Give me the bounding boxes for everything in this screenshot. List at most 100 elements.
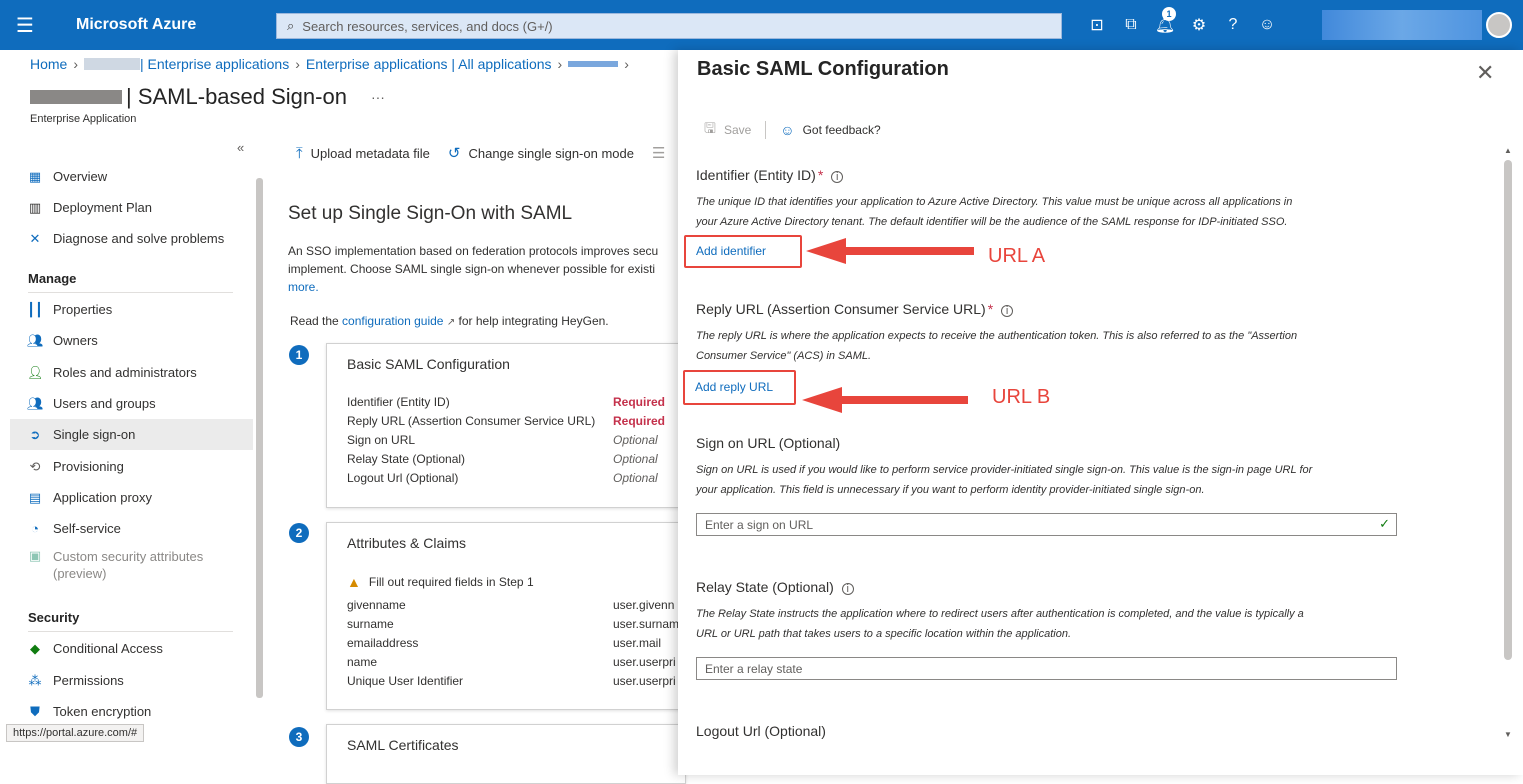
cloud-shell-icon[interactable]: ⊡ — [1082, 15, 1112, 35]
status-url: https://portal.azure.com/# — [6, 724, 145, 742]
close-icon[interactable]: ✕ — [1476, 60, 1494, 86]
save-label: Save — [723, 123, 752, 137]
book-icon: ▥ — [28, 199, 42, 215]
panel-toolbar: 🖫 Save ☺ Got feedback? — [704, 118, 881, 142]
help-icon[interactable]: ? — [1218, 16, 1248, 34]
nav-label: Deployment Plan — [53, 200, 152, 215]
directory-filter-icon[interactable]: ⧉ — [1116, 16, 1146, 34]
info-icon[interactable]: i — [831, 171, 844, 183]
nav-label: Properties — [53, 302, 113, 317]
step-3-title: SAML Certificates — [347, 737, 459, 753]
roles-icon: 👤︎ — [27, 364, 44, 380]
desc-line1: The Relay State instructs the applicatio… — [696, 608, 1304, 620]
identifier-title: Identifier (Entity ID) — [696, 167, 816, 183]
change-sso-mode-button[interactable]: ↺ Change single sign-on mode — [448, 144, 634, 162]
nav-item-owners[interactable]: 👥︎ Owners — [10, 325, 253, 356]
table-row: Identifier (Entity ID) Required — [347, 395, 685, 409]
nav-item-single-sign-on[interactable]: ➲ Single sign-on — [10, 419, 253, 450]
collapse-nav-icon[interactable]: « — [237, 140, 244, 155]
reply-url-heading: Reply URL (Assertion Consumer Service UR… — [696, 301, 1014, 317]
panel-title: Basic SAML Configuration — [697, 58, 949, 80]
settings-gear-icon[interactable]: ⚙ — [1184, 15, 1214, 35]
info-icon[interactable]: i — [1001, 305, 1014, 317]
add-identifier-link[interactable]: Add identifier — [684, 235, 802, 268]
page-subtitle: Enterprise Application — [30, 113, 137, 125]
row-value: user.surnam — [613, 617, 680, 631]
change-label: Change single sign-on mode — [468, 145, 634, 161]
avatar[interactable] — [1486, 12, 1512, 38]
upload-metadata-button[interactable]: ⤒ Upload metadata file — [296, 145, 430, 162]
row-label: Reply URL (Assertion Consumer Service UR… — [347, 414, 596, 428]
page-title: | SAML-based Sign-on ··· — [30, 84, 385, 110]
notification-bell-icon[interactable]: 🔔︎ 1 — [1150, 7, 1180, 35]
row-value: user.userpri — [613, 655, 676, 669]
step-1-number: 1 — [289, 345, 309, 365]
scroll-up-icon[interactable]: ▲ — [1504, 146, 1512, 155]
relay-state-input[interactable]: Enter a relay state — [696, 657, 1397, 680]
table-row: surname user.surnam — [347, 617, 685, 631]
users-icon: 👥︎ — [27, 395, 44, 411]
nav-label: Single sign-on — [53, 427, 136, 442]
nav-item-properties[interactable]: ┃┃ Properties — [10, 294, 253, 325]
sign-on-url-input[interactable]: Enter a sign on URL ✓ — [696, 513, 1397, 536]
table-row: Unique User Identifier user.userpri — [347, 674, 685, 688]
annotation-url-a: URL A — [988, 245, 1046, 267]
breadcrumb-all-apps[interactable]: Enterprise applications | All applicatio… — [306, 56, 552, 72]
panel-scrollbar[interactable] — [1504, 160, 1512, 660]
scroll-down-icon[interactable]: ▼ — [1504, 730, 1512, 739]
reply-description: The reply URL is where the application e… — [696, 326, 1376, 366]
nav-item-diagnose[interactable]: ✕ Diagnose and solve problems — [10, 223, 253, 254]
breadcrumb-enterprise-apps[interactable]: | Enterprise applications — [140, 56, 289, 72]
learn-more-link[interactable]: more. — [288, 280, 319, 294]
table-row: Logout Url (Optional) Optional — [347, 471, 685, 485]
step-2-title: Attributes & Claims — [347, 535, 467, 551]
add-reply-url-link[interactable]: Add reply URL — [683, 370, 796, 405]
owners-icon: 👥︎ — [27, 332, 44, 348]
nav-item-conditional-access[interactable]: ◆ Conditional Access — [10, 633, 253, 664]
more-options-icon[interactable]: ··· — [371, 89, 385, 105]
desc-line2: your Azure Active Directory tenant. The … — [696, 216, 1288, 228]
info-icon[interactable]: i — [841, 583, 854, 595]
logout-url-heading: Logout Url (Optional) — [696, 723, 826, 739]
relay-description: The Relay State instructs the applicatio… — [696, 604, 1376, 644]
nav-item-self-service[interactable]: ◔ Self-service — [10, 513, 253, 544]
save-button[interactable]: 🖫 Save — [704, 118, 751, 142]
nav-item-roles[interactable]: 👤︎ Roles and administrators — [10, 357, 253, 388]
nav-divider — [28, 292, 233, 293]
nav-label: Application proxy — [53, 490, 152, 505]
feedback-button[interactable]: ☺ Got feedback? — [780, 122, 880, 138]
read-suffix: for help integrating HeyGen. — [455, 314, 609, 328]
nav-item-users-groups[interactable]: 👥︎ Users and groups — [10, 388, 253, 419]
warning-text: Fill out required fields in Step 1 — [368, 575, 534, 589]
redacted-app-title — [30, 90, 122, 104]
nav-item-overview[interactable]: ▦ Overview — [10, 161, 253, 192]
row-label: givenname — [347, 598, 406, 612]
account-info[interactable] — [1322, 10, 1482, 40]
notification-badge: 1 — [1162, 7, 1176, 21]
breadcrumb-home[interactable]: Home — [30, 56, 67, 72]
nav-item-token-encryption[interactable]: ⛊ Token encryption — [10, 696, 253, 727]
brand-title[interactable]: Microsoft Azure — [76, 16, 276, 34]
search-box[interactable]: ⌕ Search resources, services, and docs (… — [276, 13, 1062, 39]
step-3-number: 3 — [289, 727, 309, 747]
list-icon[interactable]: ☰ — [652, 144, 673, 162]
annotation-arrow-a — [806, 238, 974, 264]
nav-label: Diagnose and solve problems — [53, 231, 225, 246]
nav-item-custom-security-attributes[interactable]: ▣ Custom security attributes (preview) — [10, 548, 253, 588]
configuration-guide-link[interactable]: configuration guide — [342, 314, 443, 328]
hamburger-menu-icon[interactable]: ☰ — [0, 13, 50, 38]
nav-item-application-proxy[interactable]: ▤ Application proxy — [10, 482, 253, 513]
warning-message: ▲ Fill out required fields in Step 1 — [347, 574, 534, 590]
sign-on-description: Sign on URL is used if you would like to… — [696, 460, 1376, 500]
external-link-icon: ↗ — [446, 317, 456, 328]
conditional-access-icon: ◆ — [30, 640, 40, 656]
nav-item-deployment-plan[interactable]: ▥ Deployment Plan — [10, 192, 253, 223]
nav-item-provisioning[interactable]: ⟲ Provisioning — [10, 451, 253, 482]
desc-line1: The reply URL is where the application e… — [696, 330, 1298, 342]
row-value: user.userpri — [613, 674, 676, 688]
required-star: * — [817, 167, 824, 183]
nav-scrollbar[interactable] — [256, 178, 263, 698]
left-nav: « ▦ Overview ▥ Deployment Plan ✕ Diagnos… — [0, 140, 270, 740]
feedback-icon[interactable]: ☺ — [1252, 16, 1282, 34]
nav-item-permissions[interactable]: ⁂ Permissions — [10, 665, 253, 696]
